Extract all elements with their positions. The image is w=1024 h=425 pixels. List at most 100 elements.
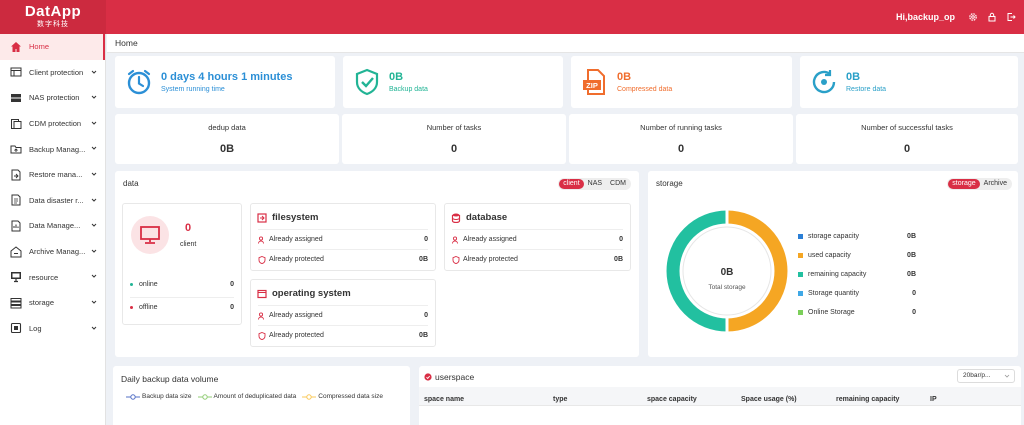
table-column-header[interactable]: space capacity xyxy=(647,396,697,403)
chevron-down-icon xyxy=(91,95,97,99)
database-icon xyxy=(451,213,461,223)
offline-row: offline 0 xyxy=(130,297,234,317)
table-column-header[interactable]: IP xyxy=(930,396,937,403)
sidebar-item-client[interactable]: Client protection xyxy=(0,60,105,86)
stat-label: Compressed data xyxy=(617,86,673,93)
logo-text: DatApp xyxy=(24,3,82,20)
legend-label: Amount of deduplicated data xyxy=(213,393,297,400)
chevron-down-icon xyxy=(91,274,97,279)
sidebar-item-nas[interactable]: NAS protection xyxy=(0,85,105,111)
data-tab-group: client NAS CDM xyxy=(558,178,631,190)
os-window-icon xyxy=(257,289,267,298)
row-label: Already assigned xyxy=(463,236,517,243)
stat-value: 0B xyxy=(617,71,632,83)
client-icon xyxy=(10,67,22,77)
count-card-tasks: Number of tasks 0 xyxy=(342,114,566,164)
home-icon xyxy=(11,41,21,52)
legend-line-marker xyxy=(197,393,212,400)
count-card-dedup: dedup data 0B xyxy=(115,114,339,164)
stat-label: System running time xyxy=(161,86,225,93)
sidebar-item-label: Backup Manag... xyxy=(29,144,86,154)
stat-card-runtime: 0 days 4 hours 1 minutes System running t… xyxy=(115,56,335,108)
table-column-header[interactable]: type xyxy=(553,396,567,403)
storage-legend-item: remaining capacity 0B xyxy=(798,271,916,278)
offline-label: offline xyxy=(139,304,158,311)
stat-value: 0B xyxy=(389,71,404,83)
app-logo[interactable]: DatApp 数字科技 xyxy=(0,0,106,34)
userspace-icon xyxy=(424,373,432,381)
page-size-select[interactable]: 20bar/p... xyxy=(957,369,1015,383)
chevron-down-icon xyxy=(91,198,97,202)
client-icon-circle xyxy=(131,216,169,254)
sidebar-item-resource[interactable]: resource xyxy=(0,264,105,290)
count-card-running: Number of running tasks 0 xyxy=(569,114,793,164)
sidebar-item-label: Data disaster r... xyxy=(29,195,84,205)
panel-title: Daily backup data volume xyxy=(121,374,219,384)
svg-text:ZIP: ZIP xyxy=(586,81,598,90)
sidebar-item-archive[interactable]: Archive Manag... xyxy=(0,239,105,265)
daily-legend-item[interactable]: Backup data size xyxy=(126,393,192,400)
sidebar-item-cdm[interactable]: CDM protection xyxy=(0,111,105,137)
daily-legend: Backup data size Amount of deduplicated d… xyxy=(126,393,383,400)
donut-center-label: Total storage xyxy=(708,284,746,291)
sidebar-item-label: Archive Manag... xyxy=(29,247,86,257)
count-value: 0B xyxy=(219,143,235,155)
nas-icon xyxy=(11,93,21,102)
panel-title: data xyxy=(123,179,139,188)
count-value: 0 xyxy=(450,143,458,155)
filesystem-title: filesystem xyxy=(257,212,318,223)
stat-label: Backup data xyxy=(389,86,428,93)
chevron-down-icon xyxy=(91,121,97,125)
legend-label: Storage quantity xyxy=(808,290,859,297)
legend-value: 0B xyxy=(907,252,916,259)
os-assigned-row: Already assigned 0 xyxy=(258,305,428,325)
sidebar-item-backup[interactable]: Backup Manag... xyxy=(0,136,105,162)
donut-center-value: 0B xyxy=(720,267,734,278)
stat-value: 0B xyxy=(846,71,861,83)
online-row: online 0 xyxy=(130,274,234,294)
tab-client[interactable]: client xyxy=(559,179,584,189)
logout-icon[interactable] xyxy=(1006,12,1016,22)
legend-value: 0B xyxy=(907,271,916,278)
legend-swatch xyxy=(798,272,803,277)
table-column-header[interactable]: Space usage (%) xyxy=(741,396,797,403)
sidebar-item-log[interactable]: Log xyxy=(0,316,105,342)
tab-archive[interactable]: Archive xyxy=(980,179,1011,189)
user-greeting[interactable]: Hi,backup_op xyxy=(896,12,955,22)
tab-storage[interactable]: storage xyxy=(948,179,980,189)
legend-swatch xyxy=(798,234,803,239)
tab-nas[interactable]: NAS xyxy=(584,179,606,189)
page-size-value: 20bar/p... xyxy=(963,372,991,379)
shield-icon xyxy=(258,331,266,340)
legend-value: 0 xyxy=(912,309,916,316)
count-label: Number of tasks xyxy=(426,123,482,132)
table-column-header[interactable]: space name xyxy=(424,396,464,403)
table-column-header[interactable]: remaining capacity xyxy=(836,396,899,403)
sidebar-item-disaster[interactable]: Data disaster r... xyxy=(0,188,105,214)
sidebar-item-home[interactable]: Home xyxy=(0,34,105,60)
stat-card-compressed: ZIP 0B Compressed data xyxy=(571,56,792,108)
chevron-down-icon xyxy=(91,147,97,151)
breadcrumb: Home xyxy=(107,34,1024,53)
os-title: operating system xyxy=(257,288,351,299)
offline-dot xyxy=(130,306,133,309)
row-value: 0 xyxy=(424,312,428,319)
panel-title: userspace xyxy=(435,372,475,382)
row-value: 0B xyxy=(614,256,623,263)
sidebar-item-data-manage[interactable]: Data Manage... xyxy=(0,213,105,239)
sidebar-item-restore[interactable]: Restore mana... xyxy=(0,162,105,188)
os-protected-row: Already protected 0B xyxy=(258,325,428,345)
sidebar-item-storage[interactable]: storage xyxy=(0,290,105,316)
sidebar: Home Client protection NAS protection CDM p… xyxy=(0,34,106,425)
gear-icon[interactable] xyxy=(968,12,978,22)
lock-icon[interactable] xyxy=(987,12,997,22)
tab-cdm[interactable]: CDM xyxy=(606,179,630,189)
panel-title: storage xyxy=(656,179,683,188)
count-label: Number of successful tasks xyxy=(861,123,953,132)
database-protected-row: Already protected 0B xyxy=(452,249,623,269)
shield-icon xyxy=(452,255,460,264)
daily-legend-item[interactable]: Amount of deduplicated data xyxy=(197,393,297,400)
log-icon xyxy=(10,323,22,334)
daily-legend-item[interactable]: Compressed data size xyxy=(302,393,383,400)
sidebar-item-label: resource xyxy=(29,272,59,282)
